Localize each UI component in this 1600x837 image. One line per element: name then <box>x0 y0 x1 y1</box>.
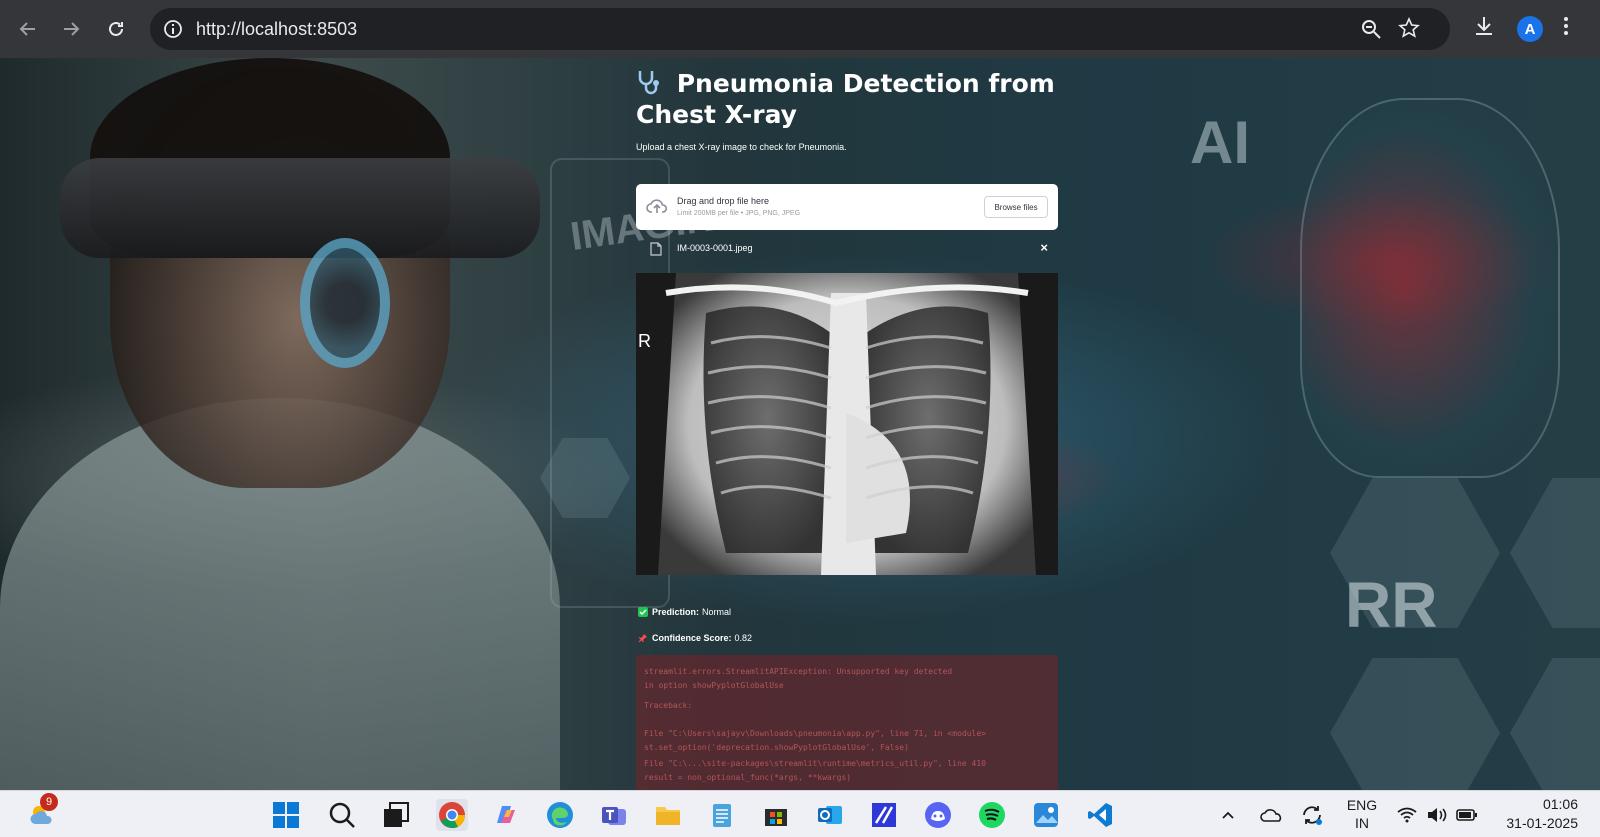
address-bar[interactable]: http://localhost:8503 <box>150 8 1450 50</box>
ide-icon[interactable] <box>868 799 900 831</box>
chrome-icon[interactable] <box>436 799 468 831</box>
windows-taskbar: 9 ENG IN 01:06 31-01-2025 <box>0 790 1600 837</box>
copilot-icon[interactable] <box>490 799 522 831</box>
back-icon[interactable] <box>13 14 43 44</box>
xray-side-marker: R <box>638 331 651 351</box>
weather-badge: 9 <box>40 793 58 811</box>
zoom-icon[interactable] <box>1360 18 1382 45</box>
cloud-upload-icon <box>646 197 668 220</box>
region-code: IN <box>1355 815 1369 831</box>
background-hexagon <box>1510 478 1600 628</box>
error-line: File "C:\...\site-packages\streamlit\run… <box>644 759 986 768</box>
chevron-up-icon[interactable] <box>1216 799 1240 831</box>
page-subtitle: Upload a chest X-ray image to check for … <box>636 142 847 152</box>
error-line: in option showPyplotGlobalUse <box>644 681 784 690</box>
discord-icon[interactable] <box>922 799 954 831</box>
browse-files-button[interactable]: Browse files <box>984 196 1048 218</box>
prediction-result: Prediction: Normal <box>638 607 731 617</box>
background-lung-graphic <box>1300 98 1560 478</box>
teams-icon[interactable] <box>598 799 630 831</box>
page-title: Pneumonia Detection from Chest X-ray <box>636 68 1056 130</box>
bookmark-star-icon[interactable] <box>1398 17 1420 44</box>
uploaded-file-row: IM-0003-0001.jpeg × <box>636 238 1058 260</box>
error-line: st.set_option('deprecation.showPyplotGlo… <box>644 743 909 752</box>
confidence-label: Confidence Score: <box>652 633 732 643</box>
xray-image: R <box>636 273 1058 575</box>
pushpin-icon <box>638 633 648 643</box>
site-info-icon[interactable] <box>162 18 184 40</box>
system-clock[interactable]: 01:06 31-01-2025 <box>1506 795 1578 833</box>
upload-limit-text: Limit 200MB per file • JPG, PNG, JPEG <box>677 210 801 217</box>
xray-graphic <box>636 273 1058 575</box>
file-explorer-icon[interactable] <box>652 799 684 831</box>
uploaded-file-name: IM-0003-0001.jpeg <box>677 243 753 253</box>
error-line: streamlit.errors.StreamlitAPIException: … <box>644 667 953 676</box>
prediction-value: Normal <box>702 607 732 617</box>
notepad-icon[interactable] <box>706 799 738 831</box>
spotify-icon[interactable] <box>976 799 1008 831</box>
background-hexagon <box>1510 658 1600 790</box>
download-icon[interactable] <box>1472 14 1496 43</box>
photos-icon[interactable] <box>1030 799 1062 831</box>
search-icon[interactable] <box>326 799 358 831</box>
battery-icon[interactable] <box>1454 799 1480 831</box>
menu-icon[interactable] <box>1562 14 1570 43</box>
background-ai-text: AI <box>1190 109 1250 176</box>
remove-file-button[interactable]: × <box>1040 240 1048 255</box>
upload-drag-text: Drag and drop file here <box>677 196 770 206</box>
language-indicator[interactable]: ENG IN <box>1344 796 1380 832</box>
background-vr-headset <box>60 158 540 258</box>
language-code: ENG <box>1346 797 1378 813</box>
file-uploader-dropzone[interactable]: Drag and drop file here Limit 200MB per … <box>636 184 1058 230</box>
sync-icon[interactable] <box>1298 799 1326 831</box>
check-icon <box>638 607 648 617</box>
vscode-icon[interactable] <box>1084 799 1116 831</box>
title-text: Pneumonia Detection from Chest X-ray <box>636 69 1055 129</box>
error-line: File "C:\Users\sajayv\Downloads\pneumoni… <box>644 729 986 738</box>
error-line: Traceback: <box>644 701 693 710</box>
onedrive-icon[interactable] <box>1258 799 1286 831</box>
confidence-value: 0.82 <box>734 633 753 643</box>
browser-toolbar: http://localhost:8503 A <box>0 0 1600 58</box>
background-hexagon <box>1330 658 1500 790</box>
task-view-icon[interactable] <box>380 799 412 831</box>
store-icon[interactable] <box>760 799 792 831</box>
reload-icon[interactable] <box>101 14 131 44</box>
background-rr-text: RR <box>1345 569 1438 641</box>
edge-icon[interactable] <box>544 799 576 831</box>
prediction-label: Prediction: <box>652 607 700 617</box>
clock-time: 01:06 <box>1542 796 1578 812</box>
clock-date: 31-01-2025 <box>1506 815 1578 831</box>
background-headset-earpiece <box>300 238 390 368</box>
wifi-icon[interactable] <box>1394 799 1420 831</box>
url-text[interactable]: http://localhost:8503 <box>196 19 357 40</box>
stethoscope-icon <box>636 69 668 95</box>
profile-avatar[interactable]: A <box>1517 16 1543 42</box>
confidence-result: Confidence Score: 0.82 <box>638 633 752 643</box>
error-traceback-box: streamlit.errors.StreamlitAPIException: … <box>636 655 1058 790</box>
outlook-icon[interactable] <box>814 799 846 831</box>
error-line: result = non_optional_func(*args, **kwar… <box>644 773 852 782</box>
volume-icon[interactable] <box>1424 799 1450 831</box>
file-icon <box>650 242 662 261</box>
start-icon[interactable] <box>270 799 302 831</box>
forward-icon[interactable] <box>56 14 86 44</box>
